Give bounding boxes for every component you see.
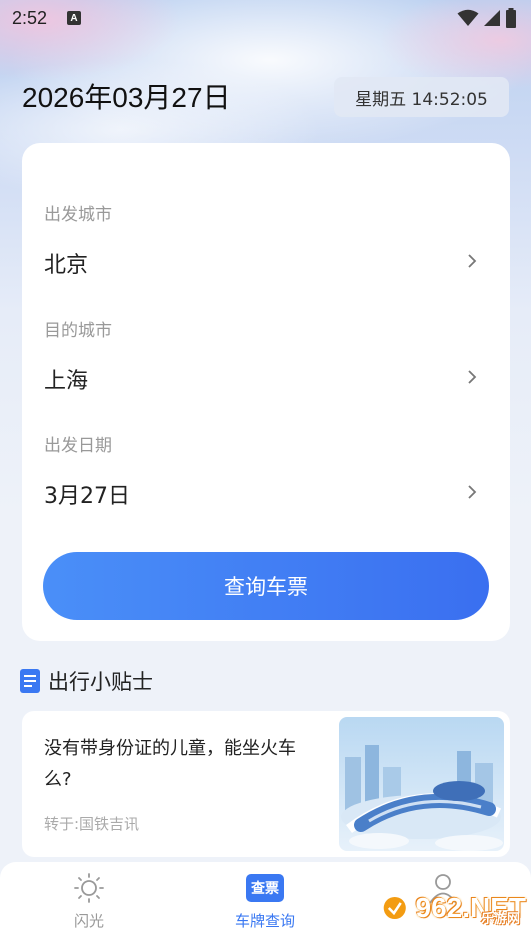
date-label: 出发日期: [44, 436, 112, 456]
ticket-query-badge: 查票: [251, 881, 279, 897]
wifi-icon: [457, 9, 479, 26]
destination-label: 目的城市: [44, 321, 112, 341]
date-field[interactable]: 3月27日: [22, 469, 510, 519]
tab-ticket-query[interactable]: 查票 车牌查询: [205, 872, 325, 931]
document-list-icon: [20, 669, 40, 693]
status-icons: [457, 8, 517, 28]
tip-article-card[interactable]: 没有带身份证的儿童，能坐火车么? 转于:国铁吉讯: [22, 711, 510, 857]
signal-icon: [484, 10, 500, 26]
ticket-search-card: 出发城市 北京 目的城市 上海 出发日期 3月27日 查询车票: [22, 143, 510, 641]
destination-value: 上海: [44, 369, 89, 394]
weekday-time-badge: 星期五 14:52:05: [334, 77, 509, 117]
train-illustration: [339, 717, 504, 851]
tab-flash[interactable]: 闪光: [29, 872, 149, 931]
site-watermark: 962.NET 乐游网: [382, 884, 526, 932]
departure-value: 北京: [44, 253, 89, 278]
tip-article-title: 没有带身份证的儿童，能坐火车么?: [44, 738, 296, 790]
departure-field[interactable]: 北京: [22, 238, 510, 288]
tab-ticket-query-label: 车牌查询: [234, 912, 295, 930]
departure-label: 出发城市: [44, 205, 112, 225]
tips-title: 出行小贴士: [48, 670, 153, 694]
tab-flash-label: 闪光: [73, 912, 104, 930]
chevron-right-icon: [468, 485, 477, 499]
tip-article-thumbnail: [339, 717, 504, 851]
destination-field[interactable]: 上海: [22, 354, 510, 404]
watermark-subtext: 乐游网: [480, 912, 520, 927]
ticket-query-icon: 查票: [246, 874, 284, 902]
chevron-right-icon: [468, 370, 477, 384]
current-date: 2026年03月27日: [22, 82, 231, 113]
status-time: 2:52: [12, 7, 48, 28]
sun-icon: [74, 873, 104, 903]
status-bar: 2:52 A: [0, 0, 531, 36]
query-tickets-button[interactable]: 查询车票: [43, 552, 489, 620]
tips-section-header: 出行小贴士: [20, 666, 153, 696]
tip-article-source: 转于:国铁吉讯: [44, 815, 140, 833]
battery-icon: [506, 8, 516, 28]
watermark-logo-icon: [383, 896, 406, 920]
chevron-right-icon: [468, 254, 477, 268]
notification-a-icon: A: [67, 11, 82, 25]
date-value: 3月27日: [44, 484, 130, 509]
